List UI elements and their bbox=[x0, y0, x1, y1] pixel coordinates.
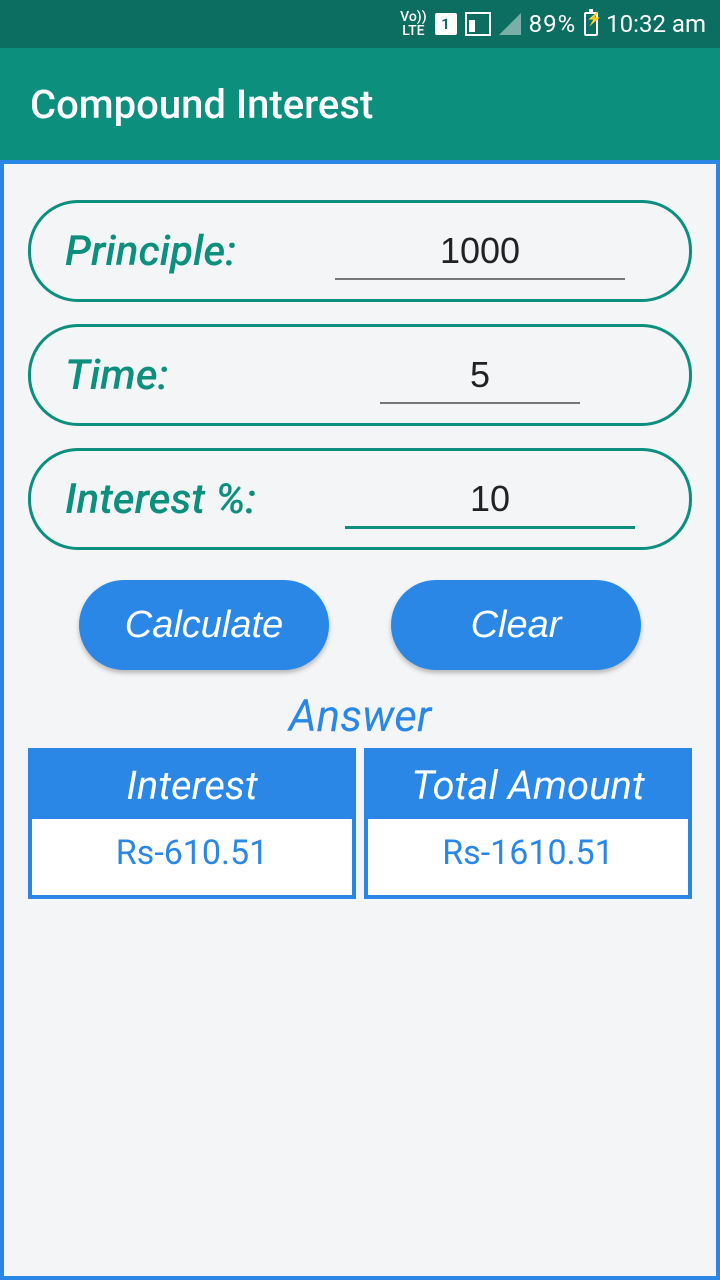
total-box: Total Amount Rs-1610.51 bbox=[364, 748, 692, 899]
content-area: Principle: Time: Interest %: Calculate C… bbox=[0, 160, 720, 1280]
rate-input[interactable] bbox=[345, 470, 635, 529]
time-label: Time: bbox=[65, 351, 305, 400]
rate-field: Interest %: bbox=[28, 448, 692, 550]
battery-icon bbox=[584, 12, 598, 36]
interest-head: Interest bbox=[32, 752, 352, 819]
button-row: Calculate Clear bbox=[28, 580, 692, 670]
calculate-button[interactable]: Calculate bbox=[79, 580, 329, 670]
sim-icon: 1 bbox=[435, 13, 457, 35]
status-time: 10:32 am bbox=[606, 10, 706, 38]
interest-value: Rs-610.51 bbox=[32, 819, 352, 895]
interest-box: Interest Rs-610.51 bbox=[28, 748, 356, 899]
total-head: Total Amount bbox=[368, 752, 688, 819]
rate-label: Interest %: bbox=[65, 475, 325, 524]
result-row: Interest Rs-610.51 Total Amount Rs-1610.… bbox=[28, 748, 692, 899]
answer-title: Answer bbox=[28, 690, 692, 742]
app-bar: Compound Interest bbox=[0, 48, 720, 160]
status-bar: Vo)) LTE 1 89% 10:32 am bbox=[0, 0, 720, 48]
signal-icon bbox=[465, 12, 491, 36]
clear-button[interactable]: Clear bbox=[391, 580, 641, 670]
total-value: Rs-1610.51 bbox=[368, 819, 688, 895]
signal-tri-icon bbox=[499, 13, 521, 35]
time-input[interactable] bbox=[380, 346, 580, 404]
page-title: Compound Interest bbox=[30, 81, 373, 128]
time-field: Time: bbox=[28, 324, 692, 426]
volte-icon: Vo)) LTE bbox=[400, 10, 426, 38]
principle-label: Principle: bbox=[65, 227, 305, 276]
battery-percent: 89% bbox=[529, 10, 577, 38]
principle-field: Principle: bbox=[28, 200, 692, 302]
principle-input[interactable] bbox=[335, 222, 625, 280]
